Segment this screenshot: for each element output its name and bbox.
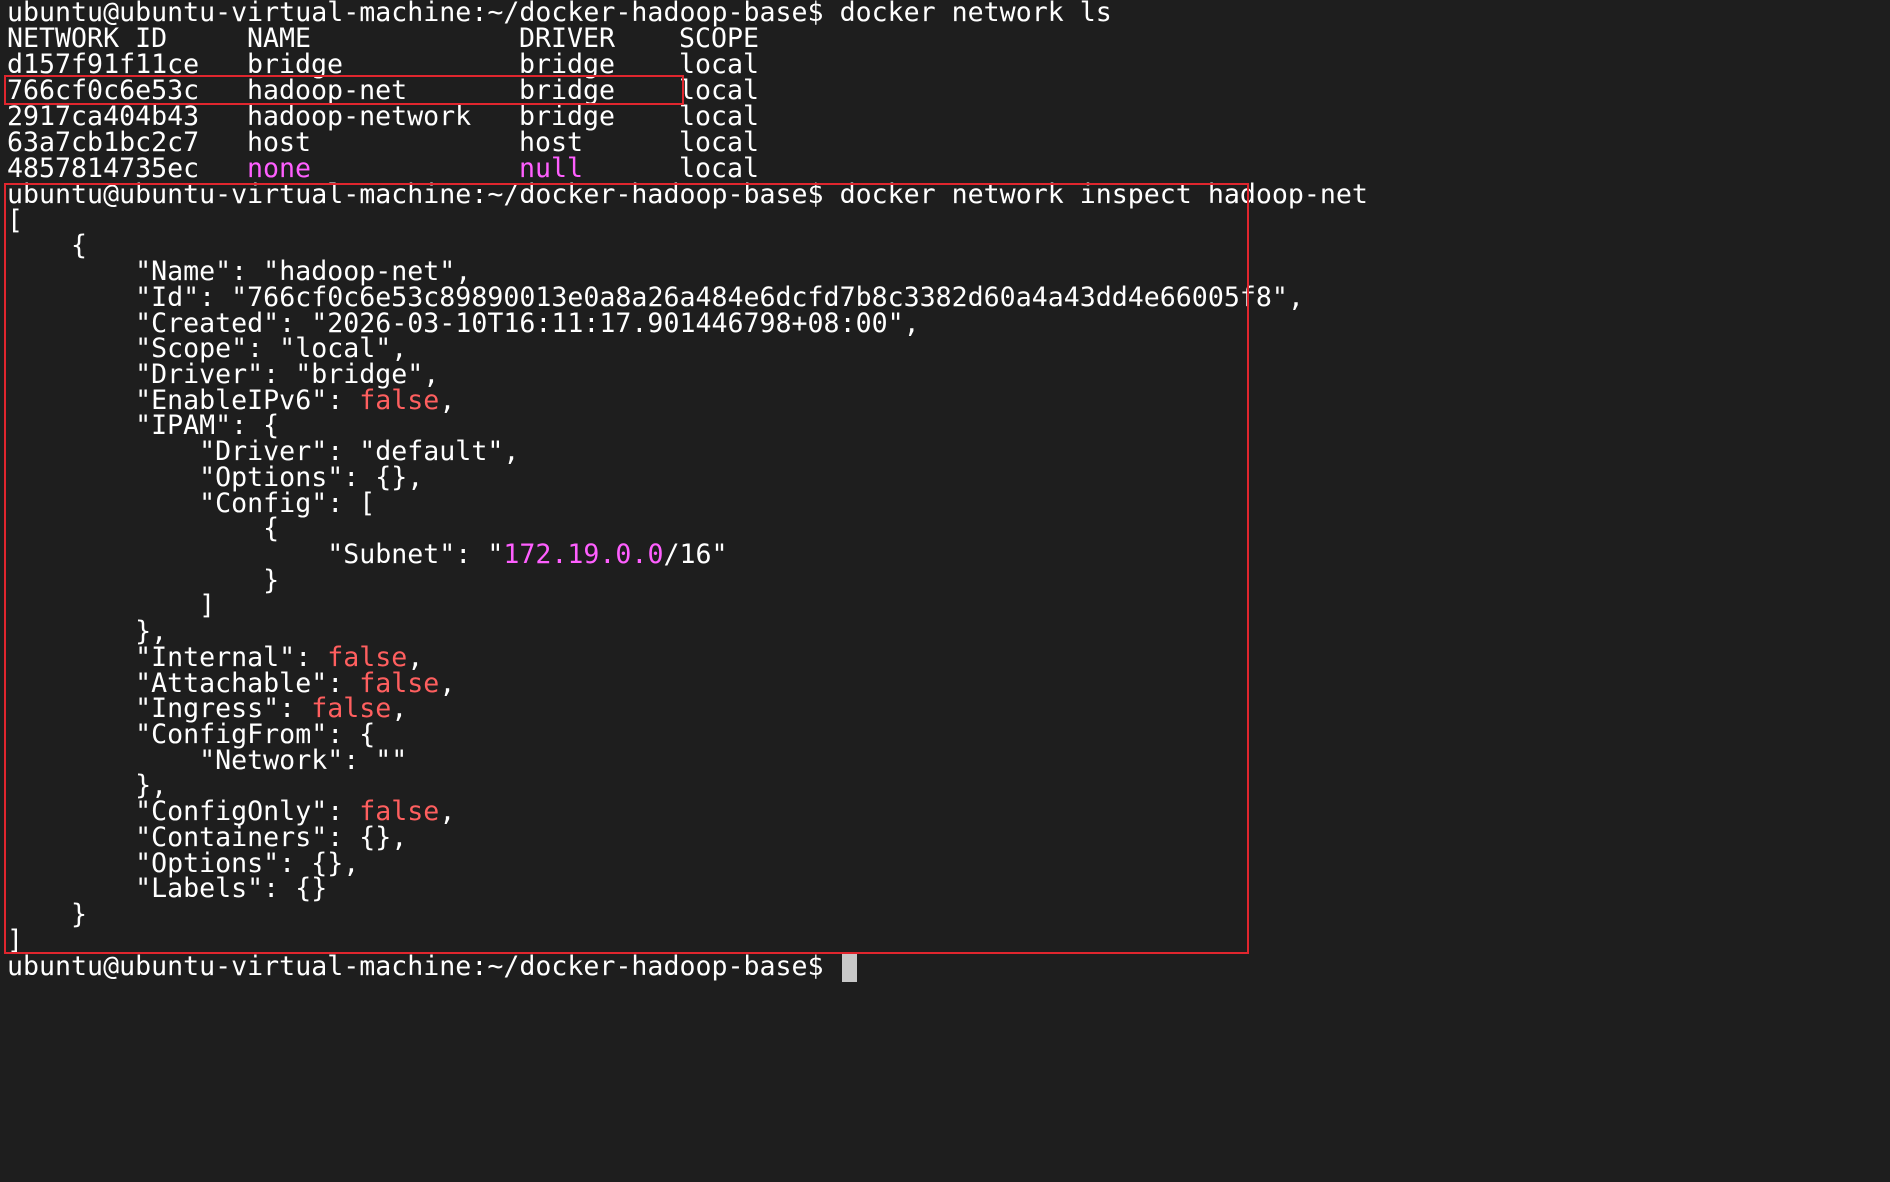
command-text: docker network ls: [839, 0, 1112, 28]
prompt: ubuntu@ubuntu-virtual-machine:~/docker-h…: [7, 179, 824, 210]
json-boolean: false: [359, 385, 440, 416]
json-value: 2026-03-10T16:11:17.901446798+08:00: [327, 308, 888, 339]
text-cursor[interactable]: [841, 953, 857, 982]
command-text: docker network inspect hadoop-net: [839, 179, 1368, 210]
prompt: ubuntu@ubuntu-virtual-machine:~/docker-h…: [7, 951, 824, 982]
terminal-window[interactable]: ubuntu@ubuntu-virtual-machine:~/docker-h…: [0, 0, 1890, 1182]
subnet-mask: /16: [663, 539, 712, 570]
subnet-ip: 172.19.0.0: [503, 539, 664, 570]
prompt-line[interactable]: ubuntu@ubuntu-virtual-machine:~/docker-h…: [7, 951, 857, 982]
prompt-line: ubuntu@ubuntu-virtual-machine:~/docker-h…: [7, 179, 1368, 210]
